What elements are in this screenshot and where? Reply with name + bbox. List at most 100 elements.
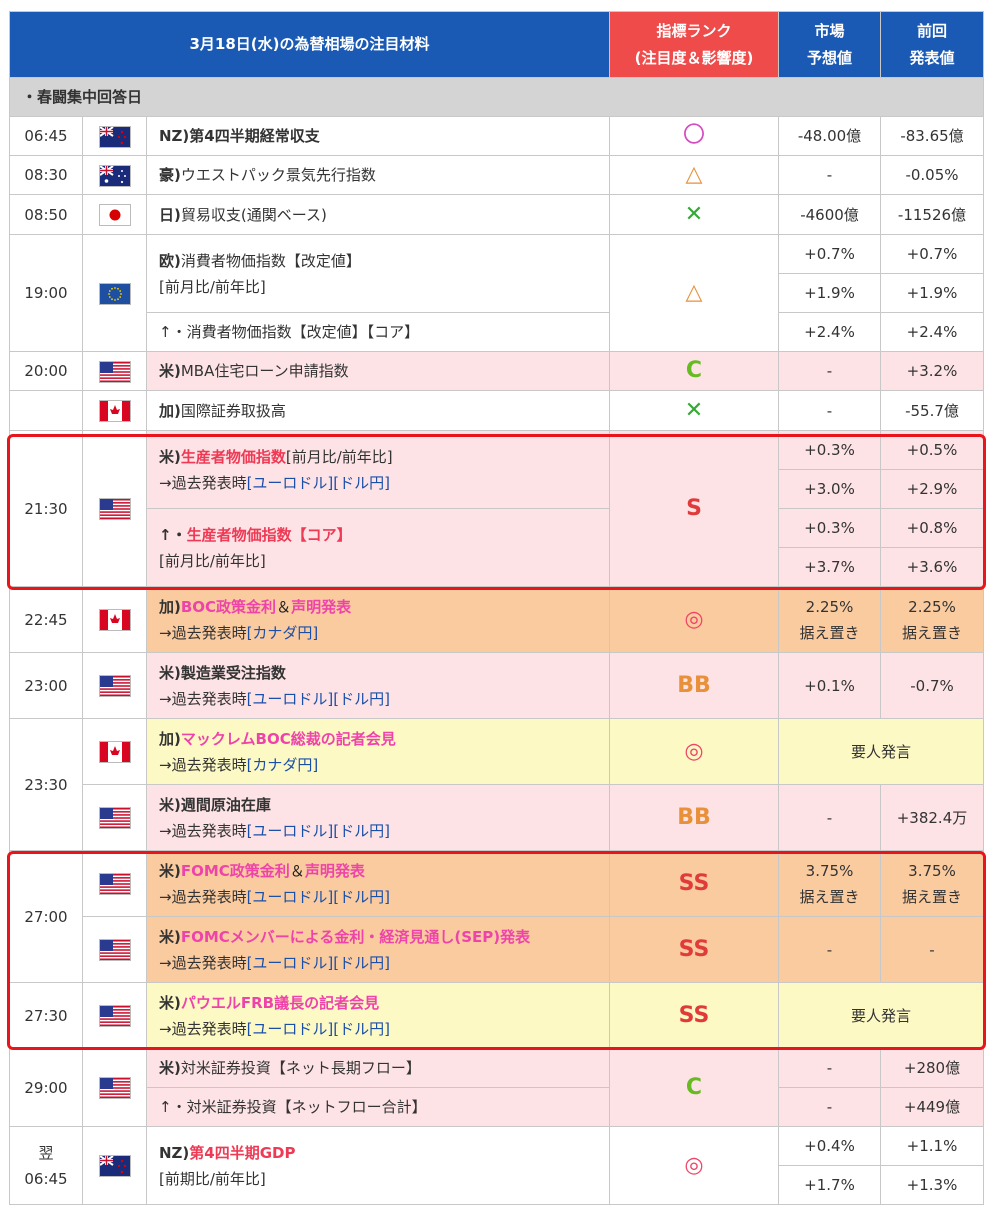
table-row: 27:00 米)FOMC政策金利＆声明発表 →過去発表時[ユーロドル][ドル円] …	[9, 850, 984, 983]
event-prefix: 米)	[159, 447, 181, 466]
usdjpy-link[interactable]: [ドル円]	[333, 822, 390, 840]
eurusd-link[interactable]: [ユーロドル]	[247, 690, 334, 708]
forecast-value: +0.3%	[778, 430, 881, 470]
usdjpy-link[interactable]: [ドル円]	[333, 1020, 390, 1038]
event-title: 対米証券投資【ネット長期フロー】	[180, 1059, 421, 1077]
event-subtitle: [前月比/前年比]	[159, 277, 266, 296]
eurusd-link[interactable]: [ユーロドル]	[247, 822, 334, 840]
rank-badge: S	[609, 430, 779, 587]
event-prefix: 加)	[159, 729, 181, 748]
eurusd-link[interactable]: [ユーロドル]	[247, 474, 334, 492]
usdjpy-link[interactable]: [ドル円]	[333, 954, 390, 972]
table-row: 23:30 加)マックレムBOC総裁の記者会見 →過去発表時[カナダ円] ◎ 要人…	[9, 718, 984, 851]
table-row: ↑・対米証券投資【ネットフロー合計】 - +449億	[9, 1087, 984, 1127]
header-forecast-line2: 予想値	[806, 48, 852, 67]
forecast-value: +1.7%	[778, 1165, 881, 1205]
rank-badge: ◎	[609, 1126, 779, 1205]
past-label: →過去発表時	[159, 755, 247, 774]
table-row: 19:00 欧)消費者物価指数【改定値】 [前月比/前年比] △ +0.7% +0…	[9, 234, 984, 352]
table-row: 米)FOMCメンバーによる金利・経済見通し(SEP)発表 →過去発表時[ユーロドル…	[9, 916, 984, 983]
forecast-line2: 据え置き	[799, 623, 860, 642]
event-name: 米)FOMC政策金利＆声明発表 →過去発表時[ユーロドル][ドル円]	[146, 850, 610, 917]
event-name: 加)国際証券取扱高	[146, 390, 610, 431]
event-title: 貿易収支(通関ベース)	[180, 205, 327, 224]
memo-text: ・春闘集中回答日	[9, 77, 984, 117]
event-prefix: NZ)	[159, 1143, 190, 1162]
event-name: ↑・生産者物価指数【コア】 [前月比/前年比]	[146, 508, 610, 587]
forecast-value: +0.3%	[778, 508, 881, 548]
past-label: →過去発表時	[159, 1019, 247, 1038]
us-flag-icon	[98, 939, 131, 961]
event-time: 06:45	[9, 116, 83, 156]
ca-flag-icon	[98, 741, 131, 763]
table-row: 08:30 豪)ウエストパック景気先行指数 △ - -0.05%	[9, 155, 984, 195]
rank-badge: ◎	[609, 586, 779, 653]
previous-value: -55.7億	[880, 390, 984, 431]
event-prefix: 加)	[159, 597, 181, 616]
event-title: FOMC政策金利	[180, 861, 290, 880]
header-rank-line1: 指標ランク	[656, 21, 732, 40]
rank-badge: C	[609, 351, 779, 391]
rank-badge: △	[609, 234, 779, 352]
event-prefix: 米)	[159, 861, 181, 880]
previous-value: +280億	[880, 1048, 984, 1088]
cadjpy-link[interactable]: [カナダ円]	[247, 756, 319, 774]
eurusd-link[interactable]: [ユーロドル]	[247, 954, 334, 972]
event-name: 米)MBA住宅ローン申請指数	[146, 351, 610, 391]
table-row: 加)国際証券取扱高 ✕ - -55.7億	[9, 390, 984, 431]
nz-flag-icon	[98, 1155, 131, 1177]
forecast-value: +0.7%	[778, 234, 881, 274]
forecast-value: -4600億	[778, 194, 881, 235]
event-title: 生産者物価指数	[180, 447, 286, 466]
us-flag-icon	[98, 675, 131, 697]
event-subtitle: [前月比/前年比]	[159, 551, 266, 570]
previous-value: +3.6%	[880, 547, 984, 587]
event-prefix: NZ)	[159, 127, 190, 145]
previous-value: +1.1%	[880, 1126, 984, 1166]
ca-flag-icon	[98, 400, 131, 422]
event-time: 23:30	[9, 718, 83, 851]
usdjpy-link[interactable]: [ドル円]	[333, 690, 390, 708]
past-label: →過去発表時	[159, 821, 247, 840]
event-prefix: 豪)	[159, 166, 181, 184]
usdjpy-link[interactable]: [ドル円]	[333, 474, 390, 492]
us-flag-icon	[98, 1077, 131, 1099]
forecast-value: 3.75% 据え置き	[778, 850, 881, 917]
usdjpy-link[interactable]: [ドル円]	[333, 888, 390, 906]
event-time: 22:45	[9, 586, 83, 653]
forecast-value: -	[778, 1048, 881, 1088]
event-title-tail: 【コア】	[291, 525, 352, 544]
previous-value: +382.4万	[880, 784, 984, 851]
event-title-b: 声明発表	[304, 861, 365, 880]
event-prefix: 加)	[159, 401, 181, 420]
previous-value: +0.7%	[880, 234, 984, 274]
event-time: 20:00	[9, 351, 83, 391]
forecast-line2: 据え置き	[799, 887, 860, 906]
forecast-line1: 2.25%	[805, 597, 854, 616]
forecast-value: -	[778, 390, 881, 431]
previous-value: -0.7%	[880, 652, 984, 719]
eurusd-link[interactable]: [ユーロドル]	[247, 888, 334, 906]
us-flag-icon	[98, 873, 131, 895]
previous-value: -	[880, 916, 984, 983]
us-flag-icon	[98, 498, 131, 520]
event-title: 生産者物価指数	[186, 525, 292, 544]
event-time: 27:30	[9, 982, 83, 1049]
table-row: 20:00 米)MBA住宅ローン申請指数 C - +3.2%	[9, 351, 984, 391]
event-prefix: 米)	[159, 663, 181, 682]
event-name: 加)マックレムBOC総裁の記者会見 →過去発表時[カナダ円]	[146, 718, 610, 785]
past-label: →過去発表時	[159, 689, 247, 708]
table-row: 米)週間原油在庫 →過去発表時[ユーロドル][ドル円] BB - +382.4万	[9, 784, 984, 851]
forecast-value: -	[778, 916, 881, 983]
event-prefix: 米)	[159, 1059, 181, 1077]
event-prefix: 米)	[159, 927, 181, 946]
previous-value: 2.25% 据え置き	[880, 586, 984, 653]
forecast-value: +2.4%	[778, 312, 881, 352]
event-time: 08:30	[9, 155, 83, 195]
forecast-value: +0.4%	[778, 1126, 881, 1166]
event-time: 27:00	[9, 850, 83, 983]
cadjpy-link[interactable]: [カナダ円]	[247, 624, 319, 642]
event-time: 29:00	[9, 1048, 83, 1127]
eurusd-link[interactable]: [ユーロドル]	[247, 1020, 334, 1038]
past-label: →過去発表時	[159, 473, 247, 492]
